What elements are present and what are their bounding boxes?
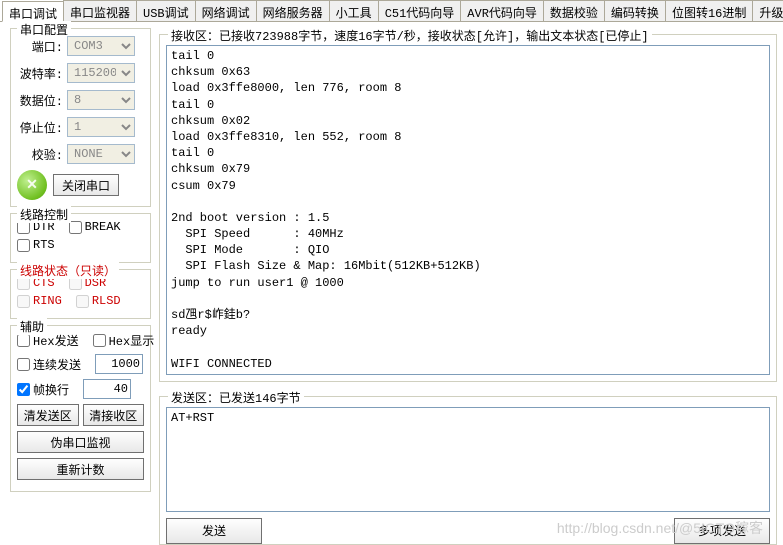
cont-send-interval-input[interactable]: [95, 354, 143, 374]
recv-textbox[interactable]: tail 0 chksum 0x63 load 0x3ffe8000, len …: [166, 45, 770, 375]
ring-indicator: RING: [17, 294, 62, 308]
serial-config-group: 串口配置 端口: COM3 波特率: 115200 数据位: 8 停止位: 1 …: [10, 28, 151, 207]
hex-show-checkbox[interactable]: [93, 334, 106, 347]
tab-tools[interactable]: 小工具: [329, 0, 379, 21]
break-checkbox-wrap[interactable]: BREAK: [69, 220, 121, 234]
rts-checkbox-wrap[interactable]: RTS: [17, 238, 55, 252]
port-label: 端口:: [17, 38, 63, 55]
cont-send-checkbox[interactable]: [17, 358, 30, 371]
send-area: 发送区：已发送146字节 AT+RST 发送 多项发送: [159, 396, 777, 545]
cont-send-checkbox-wrap[interactable]: 连续发送: [17, 356, 81, 373]
tab-c51-wizard[interactable]: C51代码向导: [378, 0, 462, 21]
rts-checkbox[interactable]: [17, 239, 30, 252]
rlsd-indicator: RLSD: [76, 294, 121, 308]
recv-area: 接收区：已接收723988字节，速度16字节/秒，接收状态[允许]，输出文本状态…: [159, 34, 777, 382]
stop-label: 停止位:: [17, 119, 63, 136]
fake-monitor-button[interactable]: 伪串口监视: [17, 431, 144, 453]
recv-legend: 接收区：已接收723988字节，速度16字节/秒，接收状态[允许]，输出文本状态…: [168, 27, 652, 44]
tab-net-debug[interactable]: 网络调试: [195, 0, 257, 21]
serial-config-legend: 串口配置: [17, 21, 71, 38]
tab-serial-debug[interactable]: 串口调试: [2, 1, 64, 22]
send-legend: 发送区：已发送146字节: [168, 389, 304, 406]
send-textbox[interactable]: AT+RST: [166, 407, 770, 512]
tab-upgrade[interactable]: 升级与配: [752, 0, 783, 21]
baud-label: 波特率:: [17, 65, 63, 82]
hex-send-checkbox[interactable]: [17, 334, 30, 347]
clear-send-button[interactable]: 清发送区: [17, 404, 79, 426]
wrap-width-input[interactable]: [83, 379, 131, 399]
line-control-legend: 线路控制: [17, 206, 71, 223]
line-status-group: 线路状态（只读） CTS DSR RING RLSD: [10, 269, 151, 319]
close-port-button[interactable]: 关闭串口: [53, 174, 119, 196]
tab-bar: 串口调试 串口监视器 USB调试 网络调试 网络服务器 小工具 C51代码向导 …: [0, 0, 783, 22]
parity-select[interactable]: NONE: [67, 144, 135, 164]
wrap-checkbox[interactable]: [17, 383, 30, 396]
line-control-group: 线路控制 DTR BREAK RTS: [10, 213, 151, 263]
reset-count-button[interactable]: 重新计数: [17, 458, 144, 480]
tab-serial-monitor[interactable]: 串口监视器: [63, 0, 137, 21]
parity-label: 校验:: [17, 146, 63, 163]
stop-select[interactable]: 1: [67, 117, 135, 137]
data-label: 数据位:: [17, 92, 63, 109]
tab-avr-wizard[interactable]: AVR代码向导: [460, 0, 544, 21]
baud-select[interactable]: 115200: [67, 63, 135, 83]
line-status-legend: 线路状态（只读）: [17, 262, 119, 279]
data-select[interactable]: 8: [67, 90, 135, 110]
clear-recv-button[interactable]: 清接收区: [83, 404, 145, 426]
aux-group: 辅助 Hex发送 Hex显示 连续发送 帧换行 清发送区 清接收区 伪串口监视 …: [10, 325, 151, 492]
multi-send-button[interactable]: 多项发送: [674, 518, 770, 544]
wrap-checkbox-wrap[interactable]: 帧换行: [17, 381, 69, 398]
tab-checksum[interactable]: 数据校验: [543, 0, 605, 21]
tab-usb-debug[interactable]: USB调试: [136, 0, 196, 21]
tab-net-server[interactable]: 网络服务器: [256, 0, 330, 21]
send-button[interactable]: 发送: [166, 518, 262, 544]
hex-show-checkbox-wrap[interactable]: Hex显示: [93, 332, 155, 349]
port-select[interactable]: COM3: [67, 36, 135, 56]
aux-legend: 辅助: [17, 318, 47, 335]
tab-bitmap-hex[interactable]: 位图转16进制: [665, 0, 753, 21]
port-status-icon: [17, 170, 47, 200]
tab-encoding[interactable]: 编码转换: [604, 0, 666, 21]
